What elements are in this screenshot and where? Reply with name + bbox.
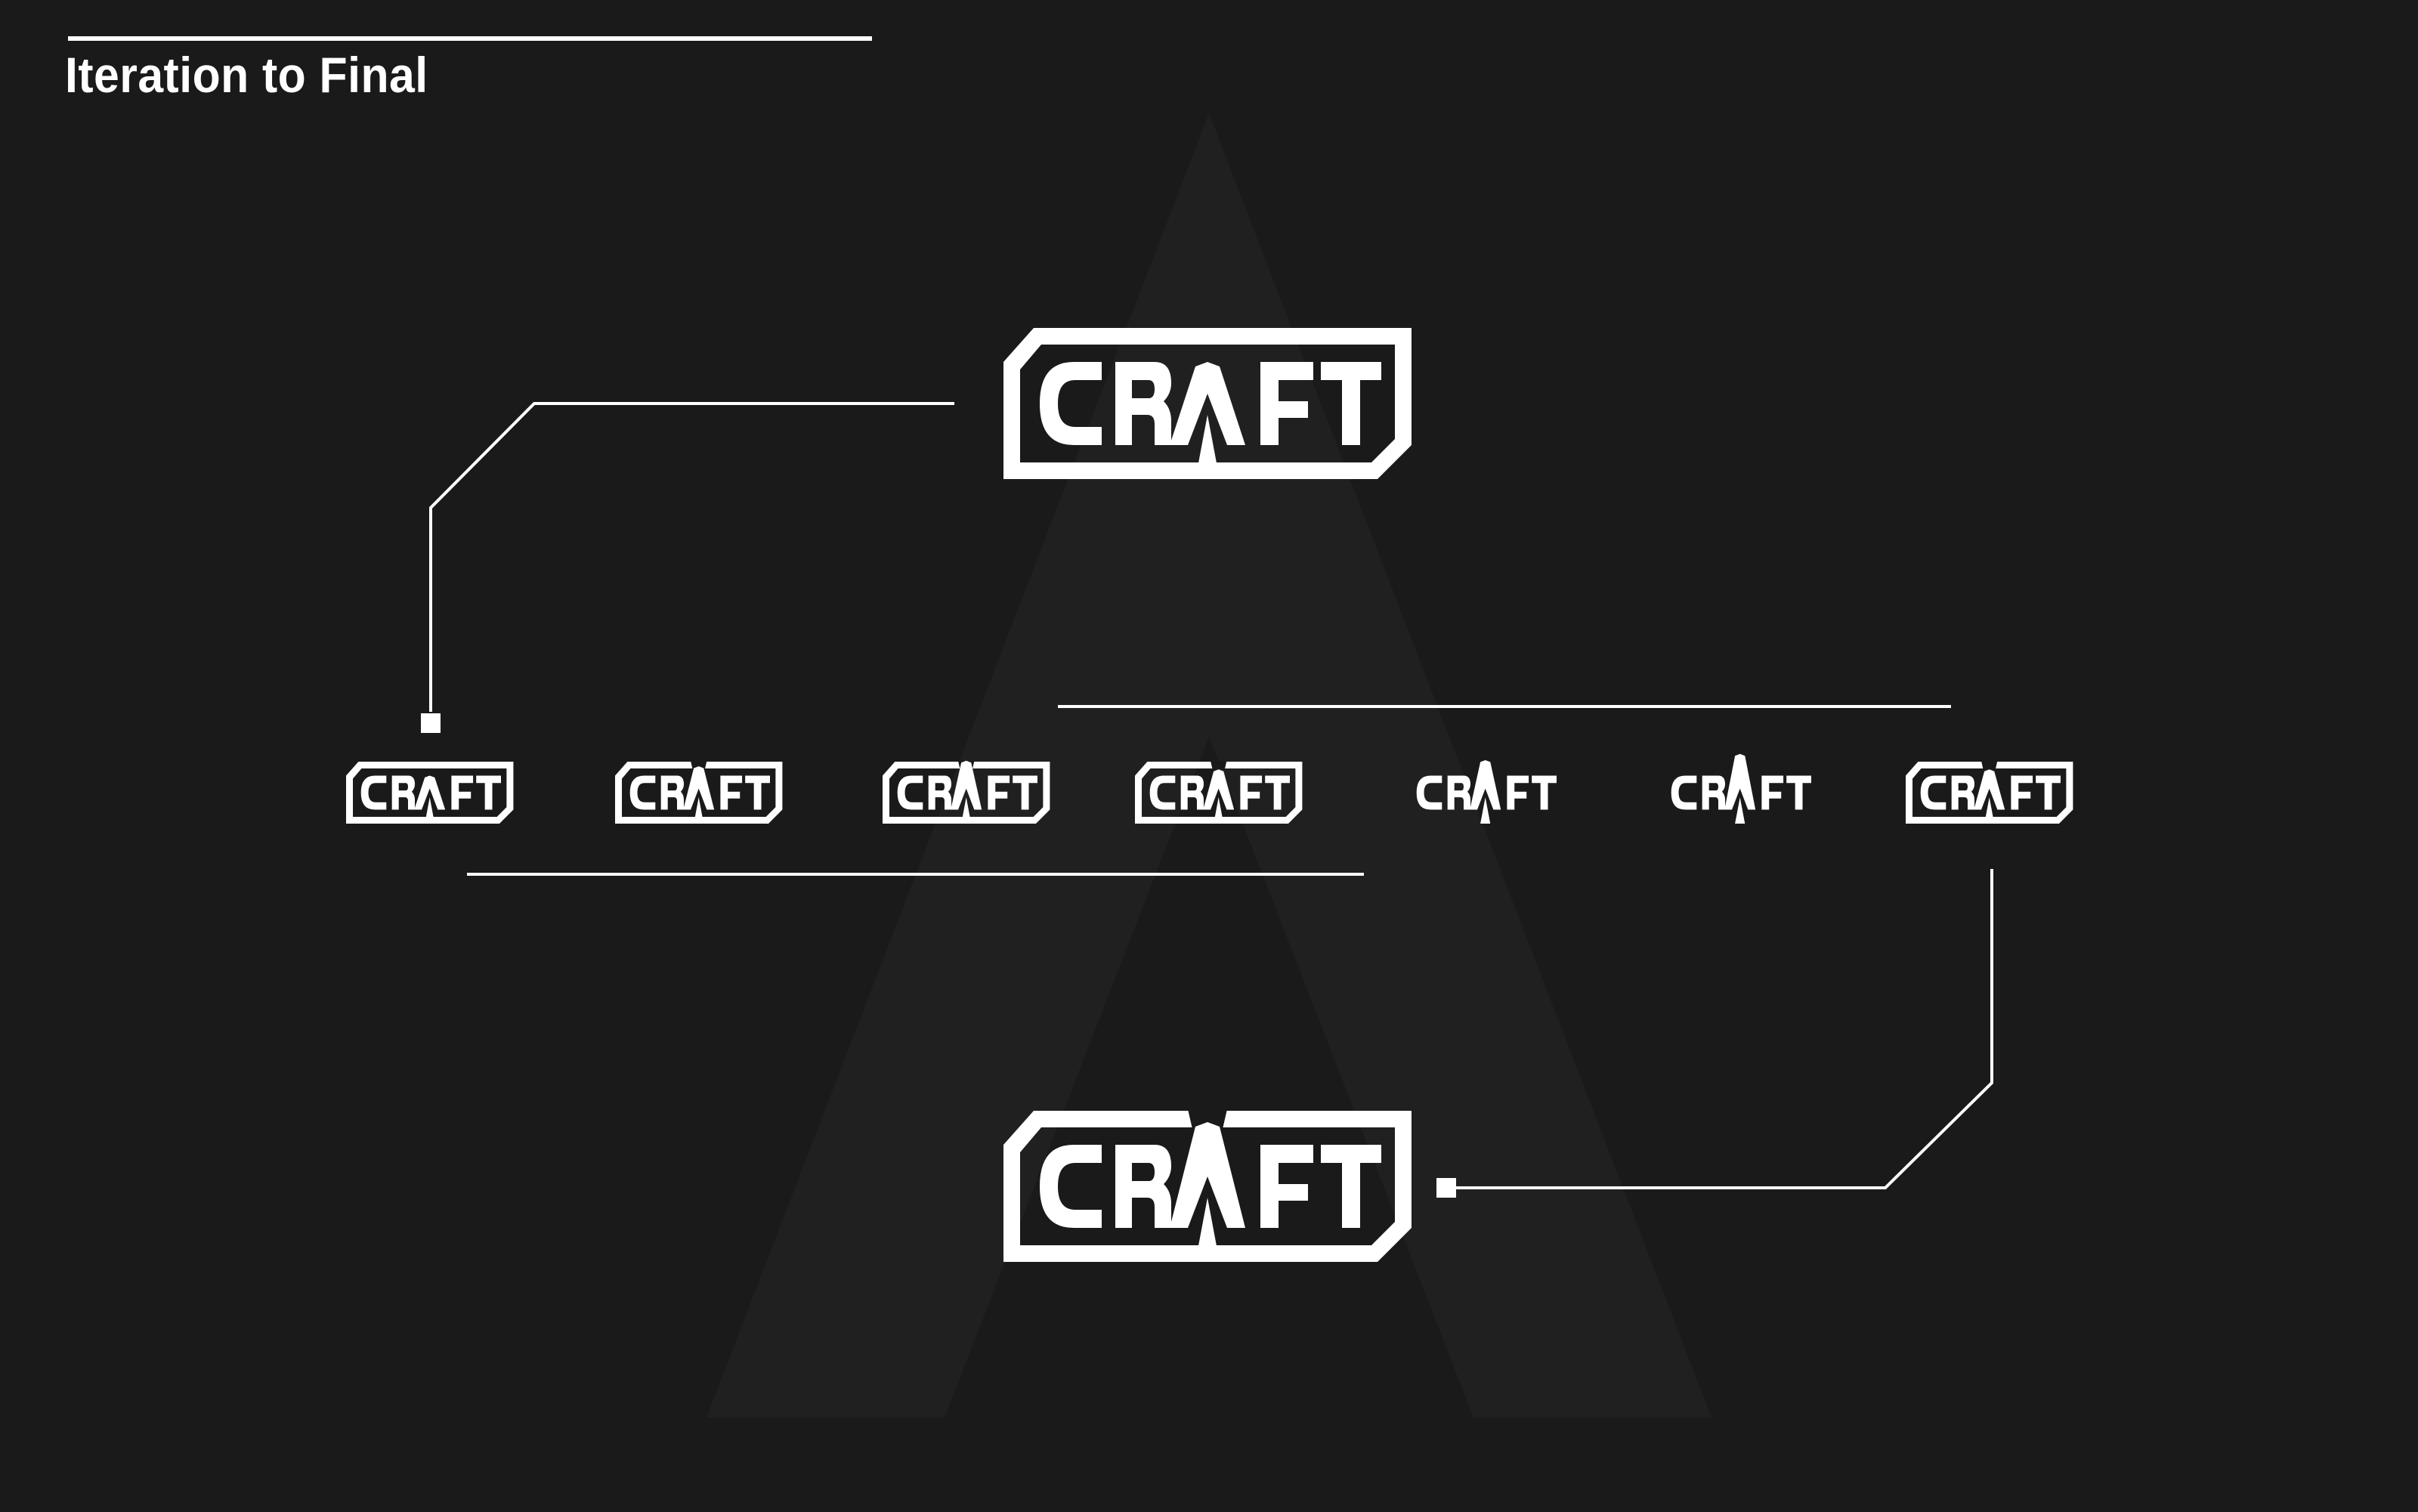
glyph-f <box>451 775 474 810</box>
glyph-c <box>1040 362 1102 445</box>
glyph-r <box>1115 1145 1171 1228</box>
diagram-canvas <box>68 36 2073 1418</box>
glyph-r <box>660 775 685 810</box>
connector-node-bottom <box>1436 1178 1456 1198</box>
glyph-f <box>1761 775 1784 810</box>
glyph-r <box>391 775 416 810</box>
glyph-a-notch <box>1195 1198 1220 1262</box>
glyph-c <box>1040 1145 1102 1228</box>
logo-iteration-6 <box>1671 753 1811 824</box>
glyph-t <box>1321 1145 1381 1228</box>
glyph-a-notch <box>1984 797 1995 824</box>
glyph-t <box>1532 775 1557 810</box>
title-rule <box>68 36 872 41</box>
glyph-f <box>2011 775 2033 810</box>
logo-final <box>1003 1109 1412 1262</box>
glyph-c <box>1920 775 1946 810</box>
logo-iteration-2 <box>615 761 783 824</box>
frame-gap <box>1211 761 1227 769</box>
logo-iteration-7 <box>1906 761 2073 824</box>
glyph-a-notch <box>694 797 704 824</box>
glyph-c <box>1671 775 1697 810</box>
glyph-a-notch <box>425 797 435 824</box>
glyph-t <box>476 775 501 810</box>
glyph-f <box>1507 775 1529 810</box>
glyph-r <box>1180 775 1204 810</box>
logo-wordmark <box>629 766 770 824</box>
glyph-r <box>928 775 952 810</box>
glyph-c <box>360 775 387 810</box>
logo-wordmark <box>1040 1122 1381 1262</box>
glyph-t <box>745 775 770 810</box>
frame-gap <box>1981 761 1998 769</box>
logo-iteration-1 <box>346 762 514 824</box>
glyph-c <box>629 775 656 810</box>
logo-wordmark <box>360 775 501 824</box>
glyph-t <box>2036 775 2061 810</box>
glyph-c <box>897 775 923 810</box>
logo-wordmark <box>1671 753 1811 824</box>
connector-node-top <box>421 713 441 733</box>
glyph-r <box>1951 775 1975 810</box>
glyph-t <box>1786 775 1811 810</box>
glyph-a-notch <box>1735 797 1745 824</box>
glyph-a-notch <box>1214 797 1224 824</box>
connector-initial-to-row <box>429 402 954 712</box>
glyph-r <box>1702 775 1726 810</box>
glyph-f <box>1260 1145 1313 1228</box>
logo-wordmark <box>1920 769 2061 824</box>
glyph-f <box>720 775 743 810</box>
glyph-a-notch <box>1480 797 1491 824</box>
